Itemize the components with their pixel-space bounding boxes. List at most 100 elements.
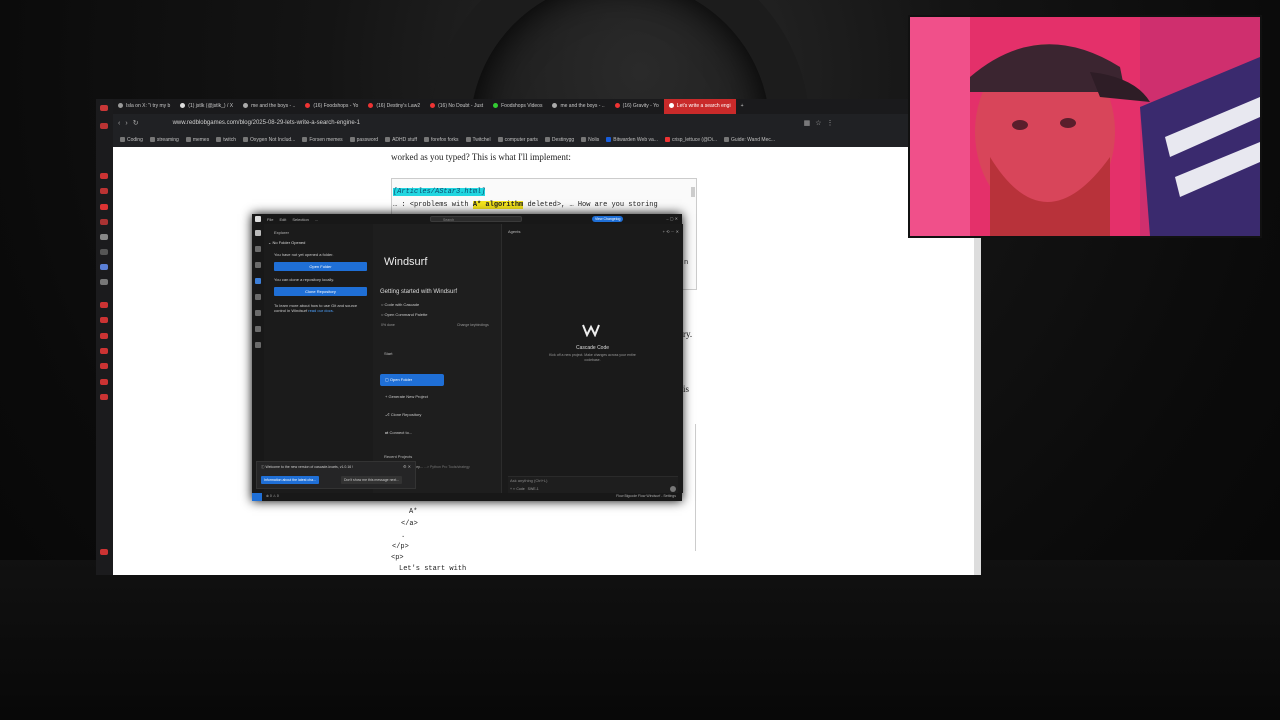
gs-item-cascade[interactable]: ○ Code with Cascade bbox=[381, 302, 419, 307]
remote-icon[interactable] bbox=[255, 310, 261, 316]
sidebar-app-icon[interactable] bbox=[100, 379, 108, 385]
bookmark-item[interactable]: Twitchel bbox=[465, 137, 491, 143]
code-scrollbar[interactable] bbox=[691, 187, 695, 197]
bookmark-item[interactable]: password bbox=[349, 137, 378, 143]
change-keybindings-link[interactable]: Change keybindings bbox=[457, 323, 489, 327]
start-clone-repository[interactable]: ⎇ Clone Repository bbox=[385, 412, 421, 417]
remote-status-icon[interactable] bbox=[252, 493, 262, 501]
sidebar-app-icon[interactable] bbox=[100, 394, 108, 400]
start-generate-project[interactable]: + Generate New Project bbox=[385, 394, 428, 399]
source-control-icon[interactable] bbox=[255, 262, 261, 268]
grid-icon[interactable] bbox=[255, 342, 261, 348]
tab-favicon-icon bbox=[493, 103, 499, 109]
tab[interactable]: Isla on X: "i try my b bbox=[113, 99, 175, 114]
bookmark-item[interactable]: forefox forks bbox=[423, 136, 459, 143]
progress-text: 0% done bbox=[381, 323, 395, 327]
tab[interactable]: (1) jstlk (@jstlk_) / X bbox=[175, 99, 238, 114]
sidebar-app-icon[interactable] bbox=[100, 188, 108, 194]
window-controls[interactable]: – ▢ ✕ bbox=[666, 216, 678, 221]
page-scrollbar[interactable] bbox=[974, 238, 981, 575]
sidebar-app-icon[interactable] bbox=[100, 317, 108, 323]
bookmark-item[interactable]: crisp_lettuce (@Di... bbox=[664, 137, 717, 143]
sidebar-app-icon[interactable] bbox=[100, 234, 108, 240]
problems-status[interactable]: ⊗ 0 ⚠ 0 bbox=[266, 494, 279, 498]
agents-tab[interactable]: Agents bbox=[508, 229, 520, 234]
sidebar-app-icon[interactable] bbox=[100, 123, 108, 129]
release-notes-button[interactable]: Information about the latest cha... bbox=[261, 476, 319, 484]
extensions-icon[interactable] bbox=[255, 294, 261, 300]
notification-close-icon[interactable]: ⚙ ✕ bbox=[403, 464, 411, 469]
browser-vertical-sidebar bbox=[96, 99, 113, 575]
menu-more[interactable]: ... bbox=[315, 217, 318, 222]
menu-edit[interactable]: Edit bbox=[279, 217, 286, 222]
bookmark-item[interactable]: Forsen memes bbox=[302, 137, 343, 143]
menu-file[interactable]: File bbox=[267, 217, 273, 222]
bookmark-item[interactable]: streaming bbox=[149, 137, 179, 143]
bookmark-item[interactable]: Destinygg bbox=[544, 137, 574, 143]
tab[interactable]: (16) Foodshops - Yo bbox=[300, 99, 363, 114]
folder-icon bbox=[423, 136, 429, 142]
start-open-folder-button[interactable]: ▢ Open Folder bbox=[380, 374, 444, 386]
bookmark-item[interactable]: Nolis bbox=[581, 137, 599, 143]
view-changelog-button[interactable]: View Changelog bbox=[592, 216, 624, 222]
sidebar-app-icon[interactable] bbox=[100, 249, 108, 255]
run-debug-icon[interactable] bbox=[255, 278, 261, 284]
sidebar-app-icon[interactable] bbox=[100, 549, 108, 555]
docs-link[interactable]: read our docs. bbox=[308, 308, 334, 313]
tab-active[interactable]: Let's write a search engi bbox=[663, 99, 736, 114]
tab[interactable]: (16) Destiny's Law2 bbox=[363, 99, 425, 114]
start-connect-to[interactable]: ⇄ Connect to... bbox=[385, 430, 412, 435]
bookmark-item[interactable]: twitch bbox=[216, 137, 236, 143]
ask-input[interactable]: Ask anything (Ctrl+L) bbox=[510, 478, 547, 483]
bookmark-item[interactable]: Bitwarden Web va... bbox=[606, 137, 658, 143]
new-tab-button[interactable]: + bbox=[736, 99, 749, 114]
bookmark-item[interactable]: Guide: Wand Mec... bbox=[724, 137, 775, 143]
command-search-input[interactable]: Search bbox=[430, 216, 522, 222]
bookmark-item[interactable]: memes bbox=[185, 137, 209, 143]
sidebar-app-icon[interactable] bbox=[100, 204, 108, 210]
menu-icon[interactable]: ⋮ bbox=[826, 119, 833, 127]
tab[interactable]: Foodshops Videos bbox=[488, 99, 547, 114]
sidebar-app-icon[interactable] bbox=[100, 348, 108, 354]
clone-repository-button[interactable]: Clone Repository bbox=[274, 287, 367, 296]
forward-icon[interactable]: › bbox=[125, 120, 127, 127]
status-right-items[interactable]: Flow Bigcode Flow Windsurf - Settings bbox=[616, 494, 676, 498]
sidebar-app-icon[interactable] bbox=[100, 219, 108, 225]
search-icon[interactable] bbox=[255, 246, 261, 252]
cascade-input-area[interactable]: Ask anything (Ctrl+L) + ‹› Code SWE-1 bbox=[508, 476, 678, 493]
reload-icon[interactable]: ↻ bbox=[133, 119, 139, 127]
explorer-icon[interactable] bbox=[255, 230, 261, 236]
send-icon[interactable] bbox=[670, 486, 676, 492]
sidebar-app-icon[interactable] bbox=[100, 105, 108, 111]
tab[interactable]: (16) Gravity - Yo bbox=[610, 99, 664, 114]
cascade-mode-selector[interactable]: + ‹› Code SWE-1 bbox=[510, 487, 539, 491]
no-folder-heading[interactable]: ⌄ No Folder Opened bbox=[268, 240, 305, 245]
bookmark-star-icon[interactable]: ☆ bbox=[815, 119, 821, 127]
testing-icon[interactable] bbox=[255, 326, 261, 332]
extension-icon[interactable]: ▦ bbox=[804, 119, 811, 127]
open-folder-button[interactable]: Open Folder bbox=[274, 262, 367, 271]
tab[interactable]: me and the boys - .. bbox=[238, 99, 300, 114]
windsurf-titlebar: File Edit Selection ... Search View Chan… bbox=[252, 214, 682, 224]
menu-selection[interactable]: Selection bbox=[292, 217, 308, 222]
sidebar-app-icon[interactable] bbox=[100, 363, 108, 369]
bookmark-item[interactable]: computer parts bbox=[497, 137, 538, 143]
back-icon[interactable]: ‹ bbox=[118, 120, 120, 127]
code-fragment: n bbox=[684, 259, 689, 267]
sidebar-app-icon[interactable] bbox=[100, 333, 108, 339]
youtube-icon bbox=[305, 103, 311, 109]
search-match-highlight: A* algorithm bbox=[472, 201, 524, 209]
dont-show-again-button[interactable]: Don't show me this message next... bbox=[341, 476, 403, 484]
sidebar-app-icon[interactable] bbox=[100, 302, 108, 308]
gs-item-command-palette[interactable]: ○ Open Command Palette bbox=[381, 312, 427, 317]
sidebar-app-icon[interactable] bbox=[100, 279, 108, 285]
cascade-toolbar-icons[interactable]: + ⟲ ⋯ ✕ bbox=[663, 229, 679, 234]
url-field[interactable]: www.redblobgames.com/blog/2025-08-29-let… bbox=[167, 118, 799, 128]
tab[interactable]: (16) No Doubt - Just bbox=[425, 99, 488, 114]
bookmark-item[interactable]: ADHD stuff bbox=[385, 137, 417, 143]
bookmark-item[interactable]: Coding bbox=[120, 137, 143, 143]
sidebar-app-icon[interactable] bbox=[100, 173, 108, 179]
sidebar-app-icon[interactable] bbox=[100, 264, 108, 270]
tab[interactable]: me and the boys - .. bbox=[547, 99, 609, 114]
bookmark-item[interactable]: Oxygen Not Includ... bbox=[243, 137, 295, 143]
